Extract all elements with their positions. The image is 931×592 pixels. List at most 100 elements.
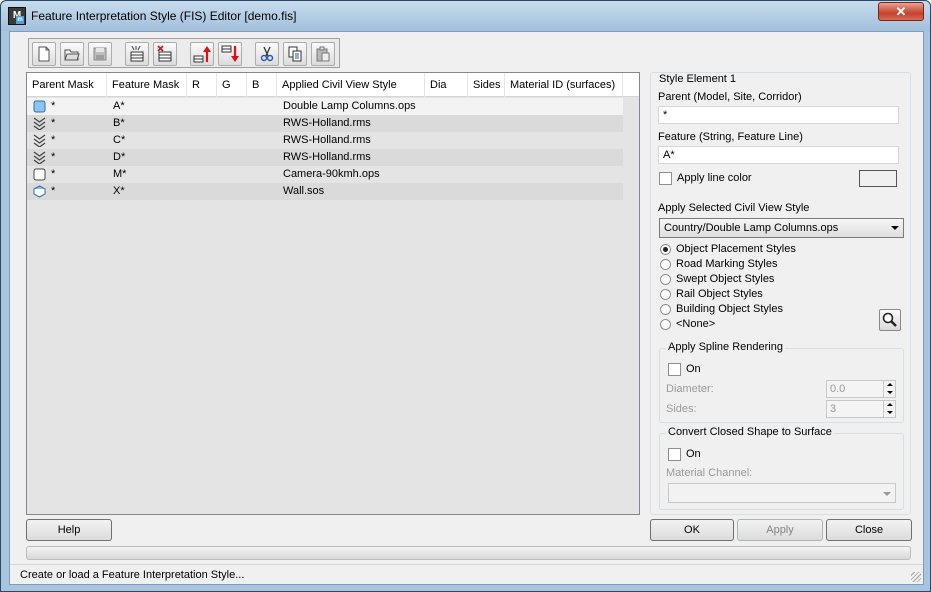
paste-icon <box>316 46 330 62</box>
civil-view-style-select[interactable]: Country/Double Lamp Columns.ops <box>659 218 904 238</box>
spline-rendering-group: Apply Spline Rendering On Diameter: 0.0 … <box>659 341 904 423</box>
toolbar <box>28 38 340 68</box>
copy-icon <box>288 46 302 62</box>
close-button[interactable]: Close <box>826 519 912 541</box>
paste-button[interactable] <box>311 42 335 66</box>
chevron-down-icon <box>883 492 891 496</box>
cell-parent-mask: * <box>51 185 56 197</box>
marking-icon <box>33 134 46 147</box>
new-button[interactable] <box>32 42 56 66</box>
cell-parent-mask: * <box>51 151 56 163</box>
radio-road-marking[interactable] <box>660 259 671 270</box>
fis-editor-window: Mm Feature Interpretation Style (FIS) Ed… <box>0 0 931 592</box>
cell-applied-style: Camera-90kmh.ops <box>283 168 380 180</box>
title-bar[interactable]: Mm Feature Interpretation Style (FIS) Ed… <box>1 1 930 31</box>
line-color-swatch[interactable] <box>859 170 897 187</box>
diameter-spinner[interactable]: 0.0 <box>826 380 896 398</box>
cut-icon <box>260 46 274 62</box>
copy-button[interactable] <box>283 42 307 66</box>
progress-bar <box>26 546 911 560</box>
radio-road-marking-label: Road Marking Styles <box>676 258 778 270</box>
table-row[interactable]: * B* RWS-Holland.rms <box>27 115 623 132</box>
cell-parent-mask: * <box>51 117 56 129</box>
move-down-button[interactable] <box>218 42 242 66</box>
app-icon: Mm <box>8 7 26 25</box>
chevron-down-icon <box>891 226 899 230</box>
table-row[interactable]: * D* RWS-Holland.rms <box>27 149 623 166</box>
list-header: Parent Mask Feature Mask R G B Applied C… <box>27 73 639 97</box>
add-row-icon <box>130 45 144 62</box>
sides-label: Sides: <box>666 403 697 415</box>
cell-feature-mask: D* <box>113 151 126 163</box>
cell-feature-mask: B* <box>113 117 125 129</box>
convert-on-checkbox[interactable] <box>668 448 681 461</box>
browse-style-button[interactable] <box>879 309 901 331</box>
convert-shape-title: Convert Closed Shape to Surface <box>666 426 834 438</box>
help-button[interactable]: Help <box>26 519 112 541</box>
column-b[interactable]: B <box>247 73 277 97</box>
cut-button[interactable] <box>255 42 279 66</box>
material-channel-select[interactable] <box>668 483 896 503</box>
cell-applied-style: RWS-Holland.rms <box>283 151 371 163</box>
move-up-button[interactable] <box>190 42 214 66</box>
cell-parent-mask: * <box>51 134 56 146</box>
window-close-button[interactable]: ✕ <box>878 2 924 21</box>
move-down-icon <box>221 45 239 62</box>
building-icon <box>33 185 46 198</box>
ok-button[interactable]: OK <box>650 519 734 541</box>
move-up-icon <box>193 46 211 63</box>
radio-rail-object[interactable] <box>660 289 671 300</box>
radio-object-placement-label: Object Placement Styles <box>676 243 796 255</box>
style-elements-list[interactable]: Parent Mask Feature Mask R G B Applied C… <box>26 72 640 515</box>
radio-none[interactable] <box>660 319 671 330</box>
column-sides[interactable]: Sides <box>468 73 505 97</box>
cell-feature-mask: X* <box>113 185 125 197</box>
spinner-down-icon[interactable] <box>883 409 895 417</box>
open-button[interactable] <box>60 42 84 66</box>
delete-row-button[interactable] <box>153 42 177 66</box>
sides-spinner[interactable]: 3 <box>826 400 896 418</box>
spinner-down-icon[interactable] <box>883 389 895 397</box>
spinner-up-icon[interactable] <box>883 381 895 389</box>
table-row[interactable]: * C* RWS-Holland.rms <box>27 132 623 149</box>
column-material-id[interactable]: Material ID (surfaces) <box>505 73 623 97</box>
table-row[interactable]: * M* Camera-90kmh.ops <box>27 166 623 183</box>
open-icon <box>64 49 80 61</box>
save-icon <box>93 47 107 61</box>
column-parent-mask[interactable]: Parent Mask <box>27 73 107 97</box>
add-row-button[interactable] <box>125 42 149 66</box>
convert-on-label: On <box>686 448 701 460</box>
marking-icon <box>33 151 46 164</box>
column-g[interactable]: G <box>217 73 247 97</box>
resize-grip-icon[interactable] <box>911 572 921 582</box>
radio-object-placement[interactable] <box>660 244 671 255</box>
radio-swept-object[interactable] <box>660 274 671 285</box>
apply-line-color-checkbox[interactable] <box>659 172 672 185</box>
table-row[interactable]: * X* Wall.sos <box>27 183 623 200</box>
delete-row-icon <box>157 45 172 62</box>
apply-button[interactable]: Apply <box>737 519 823 541</box>
column-r[interactable]: R <box>187 73 217 97</box>
cell-applied-style: Double Lamp Columns.ops <box>283 100 416 112</box>
placement-icon <box>33 100 46 113</box>
spline-on-checkbox[interactable] <box>668 363 681 376</box>
table-row[interactable]: * A* Double Lamp Columns.ops <box>27 98 623 115</box>
cell-applied-style: RWS-Holland.rms <box>283 117 371 129</box>
cell-feature-mask: A* <box>113 100 125 112</box>
material-channel-label: Material Channel: <box>666 467 753 479</box>
save-button[interactable] <box>88 42 112 66</box>
column-feature-mask[interactable]: Feature Mask <box>107 73 187 97</box>
column-dia[interactable]: Dia <box>425 73 468 97</box>
shape-icon <box>33 168 46 181</box>
radio-building-object[interactable] <box>660 304 671 315</box>
spinner-up-icon[interactable] <box>883 401 895 409</box>
feature-input[interactable]: A* <box>658 146 899 164</box>
column-applied-style[interactable]: Applied Civil View Style <box>277 73 425 97</box>
spline-on-label: On <box>686 363 701 375</box>
parent-input[interactable]: * <box>658 106 899 124</box>
convert-shape-group: Convert Closed Shape to Surface On Mater… <box>659 426 904 510</box>
panel-title: Style Element 1 <box>658 73 738 85</box>
status-text: Create or load a Feature Interpretation … <box>20 569 245 581</box>
status-bar: Create or load a Feature Interpretation … <box>10 564 923 584</box>
diameter-label: Diameter: <box>666 383 714 395</box>
